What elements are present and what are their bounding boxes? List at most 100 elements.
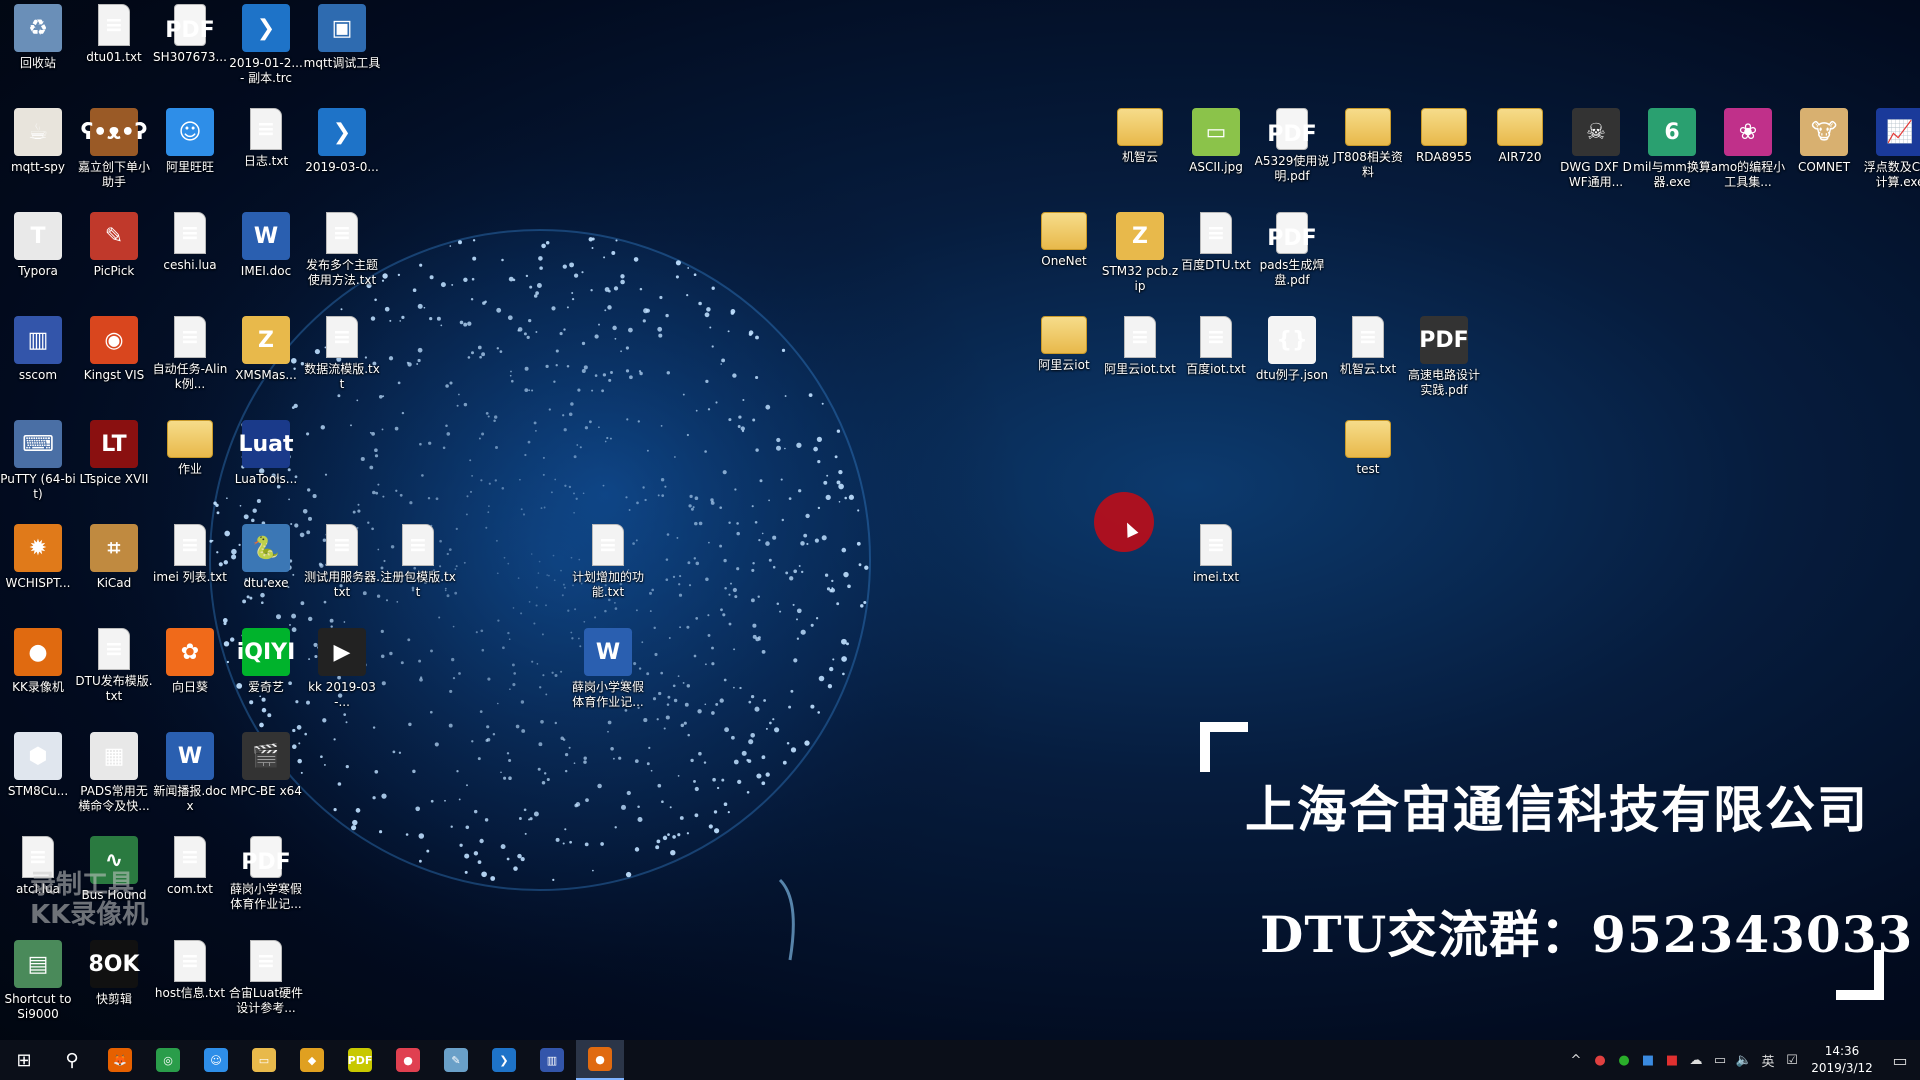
desktop-icon[interactable]: W 新闻播报.docx [153, 732, 227, 832]
vscode-taskbar-icon[interactable]: ❯ [480, 1040, 528, 1080]
desktop-icon[interactable]: ▶ kk 2019-03-... [306, 628, 378, 728]
desktop-icon[interactable]: PDF 薛岗小学寒假体育作业记... [230, 836, 302, 936]
desktop-icon[interactable]: AIR720 [1484, 108, 1556, 208]
git-taskbar-icon[interactable]: ◆ [288, 1040, 336, 1080]
desktop-icon[interactable]: JT808相关资料 [1332, 108, 1404, 208]
desktop-icon[interactable]: PDF pads生成焊盘.pdf [1256, 212, 1328, 312]
desktop-icon[interactable]: LT LTspice XVII [78, 420, 150, 520]
desktop-icon[interactable]: {} dtu例子.json [1256, 316, 1328, 416]
desktop-icon[interactable]: ≡ 百度iot.txt [1180, 316, 1252, 416]
desktop-icon[interactable]: ❯ 2019-01-2... - 副本.trc [229, 4, 303, 104]
desktop-icon[interactable]: ≡ imei 列表.txt [153, 524, 227, 624]
desktop-icon[interactable]: 6 mil与mm换算器.exe [1633, 108, 1711, 208]
red-app-taskbar-icon[interactable]: ● [384, 1040, 432, 1080]
desktop-icon[interactable]: iQIYI 爱奇艺 [230, 628, 302, 728]
sscom-taskbar-icon[interactable]: ▥ [528, 1040, 576, 1080]
desktop-icon[interactable]: 🎬 MPC-BE x64 [230, 732, 302, 832]
desktop-icon[interactable]: W 薛岗小学寒假体育作业记... [572, 628, 644, 728]
tray-app-icon[interactable]: ● [1588, 1040, 1612, 1080]
desktop-icon[interactable]: Z XMSMas... [230, 316, 302, 416]
desktop-icon[interactable]: 作业 [154, 420, 226, 520]
clock[interactable]: 14:36 2019/3/12 [1804, 1043, 1880, 1077]
start-button[interactable]: ⊞ [0, 1040, 48, 1080]
desktop-icon[interactable]: ≡ imei.txt [1180, 524, 1252, 624]
desktop-icon[interactable]: ☺ 阿里旺旺 [154, 108, 226, 208]
desktop-icon[interactable]: PDF 高速电路设计实践.pdf [1408, 316, 1480, 416]
notepad-taskbar-icon[interactable]: ✎ [432, 1040, 480, 1080]
desktop-icon[interactable]: ◉ Kingst VIS [78, 316, 150, 416]
desktop-icon[interactable]: ≡ ceshi.lua [154, 212, 226, 312]
desktop-icon[interactable]: ✎ PicPick [78, 212, 150, 312]
desktop-icon[interactable]: ≡ 数据流模版.txt [304, 316, 380, 416]
desktop-icon[interactable]: ≡ 机智云.txt [1332, 316, 1404, 416]
desktop-icon[interactable]: W IMEI.doc [230, 212, 302, 312]
desktop-icon[interactable]: OneNet [1028, 212, 1100, 312]
desktop-icon[interactable]: ☕ mqtt-spy [2, 108, 74, 208]
desktop-icon[interactable]: ≡ 测试用服务器.txt [304, 524, 380, 624]
show-hidden-icons-button[interactable]: ^ [1564, 1040, 1588, 1080]
pdf-reader-taskbar-icon[interactable]: PDF [336, 1040, 384, 1080]
desktop-icon[interactable]: ☠ DWG DXF DWF通用... [1560, 108, 1632, 208]
tray-app-icon[interactable]: ■ [1660, 1040, 1684, 1080]
desktop-icon[interactable]: ≡ 百度DTU.txt [1180, 212, 1252, 312]
desktop-icon[interactable]: ʕ•ᴥ•ʔ 嘉立创下单小助手 [78, 108, 150, 208]
desktop-icon[interactable]: ≡ 日志.txt [230, 108, 302, 208]
input-method-indicator[interactable]: 英 [1756, 1040, 1780, 1080]
desktop-icon[interactable]: ✹ WCHISPT... [2, 524, 74, 624]
ltspice-icon: LT [90, 420, 138, 468]
desktop-icon[interactable]: 8OK 快剪辑 [78, 940, 150, 1040]
desktop-icon[interactable]: ▥ sscom [2, 316, 74, 416]
file-explorer-taskbar-icon[interactable]: ▭ [240, 1040, 288, 1080]
security-tray-icon[interactable]: ☑ [1780, 1040, 1804, 1080]
desktop-icon[interactable]: 机智云 [1104, 108, 1176, 208]
desktop-icon[interactable]: RDA8955 [1408, 108, 1480, 208]
desktop-icon[interactable]: PDF SH307673... [153, 4, 227, 104]
search-button[interactable]: ⚲ [48, 1040, 96, 1080]
desktop-icon[interactable]: ⌨ PuTTY (64-bit) [0, 420, 76, 520]
wangwang-taskbar-icon[interactable]: ☺ [192, 1040, 240, 1080]
desktop-icon[interactable]: ≡ 阿里云iot.txt [1104, 316, 1176, 416]
desktop-icon-label: 2019-01-2... - 副本.trc [229, 56, 303, 85]
desktop-icon[interactable]: ▦ PADS常用无横命令及快... [78, 732, 150, 832]
action-center-icon[interactable]: ▭ [1880, 1040, 1920, 1080]
desktop-icon[interactable]: 🐮 COMNET [1788, 108, 1860, 208]
desktop-icon[interactable]: ❯ 2019-03-0... [305, 108, 379, 208]
desktop-icon[interactable]: ✿ 向日葵 [154, 628, 226, 728]
desktop-icon[interactable]: ❀ amo的编程小工具集... [1711, 108, 1785, 208]
desktop-icon[interactable]: ≡ 自动任务-Alink例... [153, 316, 227, 416]
desktop-icon[interactable]: ♻ 回收站 [2, 4, 74, 104]
desktop-icon[interactable]: ≡ DTU发布模版.txt [75, 628, 153, 728]
tray-app-icon[interactable]: ■ [1636, 1040, 1660, 1080]
desktop[interactable]: ♻ 回收站 ≡ dtu01.txt PDF SH307673... ❯ 2019-01-2..… [0, 0, 1920, 1040]
chrome-taskbar-icon[interactable]: ◎ [144, 1040, 192, 1080]
desktop-icon[interactable]: ▤ Shortcut to Si9000 [2, 940, 74, 1040]
sunflower-icon: ✿ [166, 628, 214, 676]
desktop-icon[interactable]: ⬢ STM8Cu... [2, 732, 74, 832]
desktop-icon[interactable]: test [1332, 420, 1404, 520]
wechat-tray-icon[interactable]: ● [1612, 1040, 1636, 1080]
desktop-icon[interactable]: 阿里云iot [1028, 316, 1100, 416]
desktop-icon[interactable]: ≡ 合宙Luat硬件设计参考... [229, 940, 303, 1040]
network-icon[interactable]: ▭ [1708, 1040, 1732, 1080]
desktop-icon[interactable]: ≡ dtu01.txt [78, 4, 150, 104]
kk-recorder-taskbar-icon[interactable]: ● [576, 1040, 624, 1080]
desktop-icon[interactable]: 📈 浮点数及CRC计算.exe [1864, 108, 1920, 208]
desktop-icon[interactable]: ≡ 注册包模版.txt [380, 524, 456, 624]
desktop-icon[interactable]: Z STM32 pcb.zip [1102, 212, 1178, 312]
text-file-icon: ≡ [1200, 212, 1232, 254]
desktop-icon[interactable]: ⌗ KiCad [78, 524, 150, 624]
desktop-icon[interactable]: ≡ 发布多个主题使用方法.txt [306, 212, 378, 312]
desktop-icon[interactable]: ● KK录像机 [2, 628, 74, 728]
desktop-icon[interactable]: PDF A5329使用说明.pdf [1255, 108, 1329, 208]
desktop-icon[interactable]: ≡ host信息.txt [154, 940, 226, 1040]
desktop-icon[interactable]: ▭ ASCII.jpg [1180, 108, 1252, 208]
desktop-icon[interactable]: Luat LuaTools... [230, 420, 302, 520]
desktop-icon[interactable]: 🐍 dtu.exe [230, 524, 302, 624]
onedrive-tray-icon[interactable]: ☁ [1684, 1040, 1708, 1080]
desktop-icon[interactable]: T Typora [2, 212, 74, 312]
volume-icon[interactable]: 🔈 [1732, 1040, 1756, 1080]
desktop-icon[interactable]: ▣ mqtt调试工具 [304, 4, 380, 104]
desktop-icon[interactable]: ≡ com.txt [154, 836, 226, 936]
firefox-taskbar-icon[interactable]: 🦊 [96, 1040, 144, 1080]
desktop-icon[interactable]: ≡ 计划增加的功能.txt [572, 524, 644, 624]
